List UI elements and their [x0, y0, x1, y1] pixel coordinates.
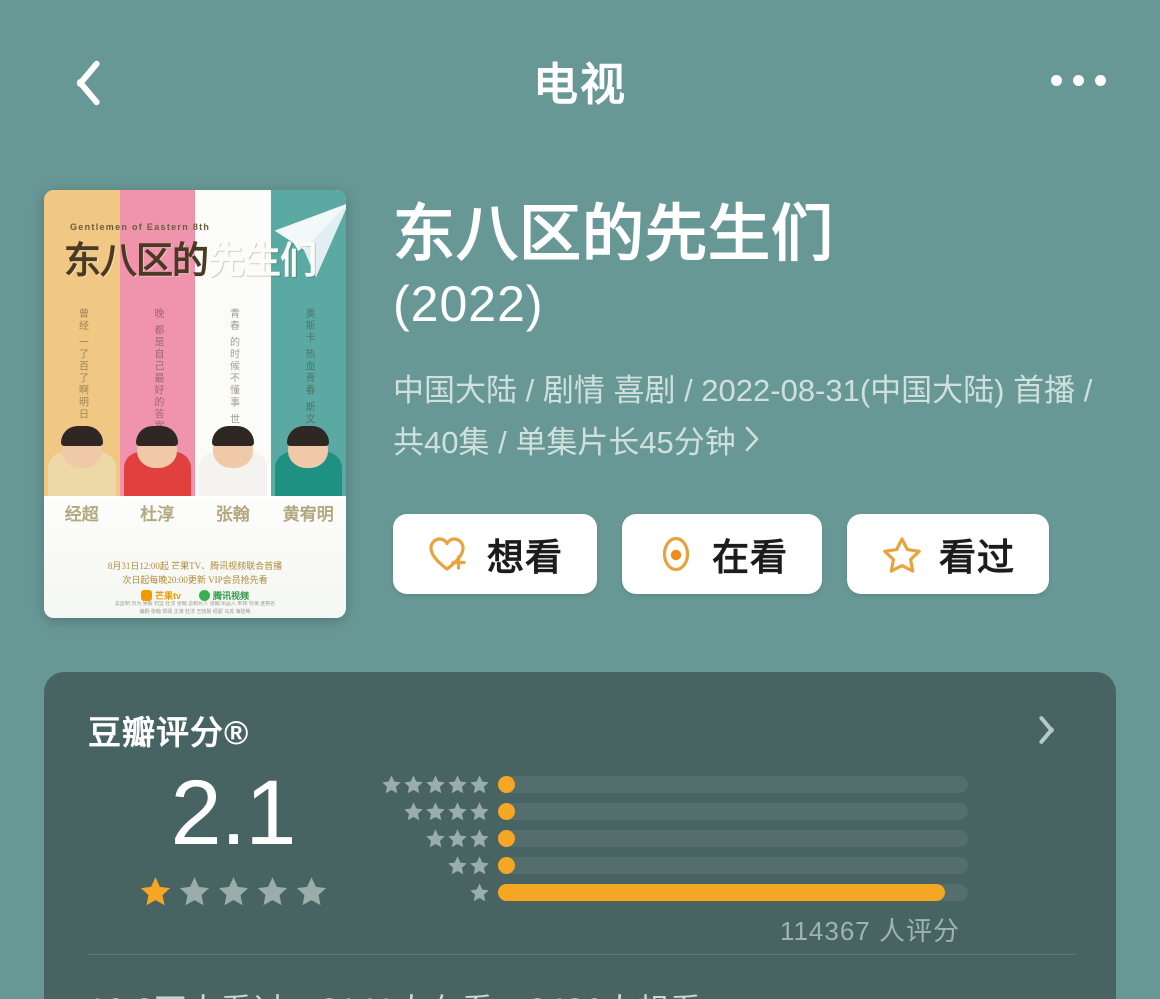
score-star-2: [179, 877, 209, 906]
poster-actor-name-3: 张翰: [215, 505, 250, 524]
dist-star: [426, 801, 445, 820]
watched-label: 看过: [939, 536, 1015, 578]
distribution-track-3: [498, 829, 968, 847]
watch-stats: 10.8万人看过 8141人在看 2436人想看: [88, 985, 1076, 999]
heart-plus-icon: [429, 537, 466, 571]
target-eye-icon: [662, 536, 690, 571]
stat-watching[interactable]: 8141人在看: [320, 985, 494, 999]
tencent-video-icon: [199, 590, 210, 601]
card-divider: [88, 954, 1076, 955]
distribution-track-2: [498, 856, 968, 874]
movie-title: 东八区的先生们: [393, 200, 835, 269]
chevron-left-icon: [62, 54, 92, 106]
more-horizontal-icon-dot-3: [1094, 74, 1106, 86]
distribution-stars-1: [378, 882, 498, 903]
dist-star: [382, 774, 401, 793]
watching-button[interactable]: 在看: [622, 513, 822, 594]
app-header: 电视: [0, 0, 1160, 160]
action-buttons: 想看 在看 看过: [393, 513, 1116, 594]
poster-actor-name-1: 经超: [64, 505, 99, 524]
dist-star: [448, 774, 467, 793]
poster-actor-name-4: 黄宥明: [282, 505, 334, 524]
distribution-row[interactable]: [378, 853, 1076, 877]
star-outline-icon: [883, 537, 921, 573]
poster-actor-3: [195, 414, 271, 496]
score-star-3: [218, 877, 248, 906]
poster-credits-line-2: 编剧 张翰 郭靖 主演 杜淳 王晓晨 经超 马苏 海陆等: [139, 608, 251, 615]
rating-card-title: 豆瓣评分®: [88, 714, 250, 751]
poster-actor-name-2: 杜淳: [140, 505, 175, 524]
distribution-row[interactable]: [378, 826, 1076, 850]
rating-vote-count: 114367 人评分: [779, 916, 960, 946]
chevron-right-icon[interactable]: [1042, 712, 1064, 748]
movie-year: (2022): [393, 275, 544, 332]
rating-score-block: 2.1: [88, 766, 378, 908]
score-star-1: [140, 877, 170, 906]
watched-button[interactable]: 看过: [847, 513, 1049, 594]
score-star-5: [296, 877, 326, 906]
more-horizontal-icon-dot-2: [1072, 74, 1084, 86]
dist-star: [470, 855, 489, 874]
rating-distribution: 114367 人评分: [378, 766, 1076, 948]
distribution-track-4: [498, 802, 968, 820]
distribution-stars-2: [378, 855, 498, 876]
distribution-fill-2: [498, 856, 515, 874]
rating-score: 2.1: [170, 762, 297, 864]
distribution-fill-3: [498, 829, 515, 847]
poster-cast-row: [44, 414, 346, 496]
dist-star: [404, 774, 423, 793]
back-button[interactable]: [42, 45, 112, 115]
rating-card-header[interactable]: 豆瓣评分®: [88, 706, 1076, 754]
dist-star: [448, 828, 467, 847]
rating-score-stars: [88, 875, 378, 908]
dist-star: [470, 882, 489, 901]
watching-label: 在看: [712, 536, 788, 578]
distribution-track-5: [498, 775, 968, 793]
page-title: 电视: [532, 58, 627, 110]
distribution-row[interactable]: [378, 880, 1076, 904]
poster-actor-2: [120, 414, 196, 496]
movie-metadata[interactable]: 中国大陆 / 剧情 喜剧 / 2022-08-31(中国大陆) 首播 / 共40…: [393, 365, 1113, 467]
more-options-button[interactable]: [1038, 50, 1118, 110]
poster-credits: 总监制 刘为 吴毅 石坚 杜淳 张翰 总制片人 张翰 出品人 朱玮 导演 连奕名…: [52, 601, 338, 616]
poster-broadcast-line-1: 8月31日12:00起 芒果TV、腾讯视频联合首播: [107, 561, 283, 572]
dist-star: [426, 828, 445, 847]
poster-broadcast-info: 8月31日12:00起 芒果TV、腾讯视频联合首播 次日起每晚20:00更新 V…: [44, 560, 346, 588]
mango-tv-icon: [140, 590, 152, 601]
distribution-stars-5: [378, 774, 498, 795]
distribution-fill-1: [498, 883, 945, 901]
rating-card: 豆瓣评分® 2.1 114367 人评分 10.8万人看过 8141人在看 24…: [44, 672, 1116, 999]
poster-actor-4: [271, 414, 347, 496]
distribution-track-1: [498, 883, 968, 901]
distribution-fill-4: [498, 802, 515, 820]
poster-actor-1: [44, 414, 120, 496]
dist-star: [448, 855, 467, 874]
distribution-row[interactable]: [378, 772, 1076, 796]
dist-star: [470, 828, 489, 847]
distribution-row[interactable]: [378, 799, 1076, 823]
stat-want[interactable]: 2436人想看: [529, 985, 703, 999]
dist-star: [404, 801, 423, 820]
rating-card-body: 2.1 114367 人评分: [88, 766, 1076, 948]
poster-credits-line-1: 总监制 刘为 吴毅 石坚 杜淳 张翰 总制片人 张翰 出品人 朱玮 导演 连奕名: [114, 601, 276, 607]
distribution-stars-3: [378, 828, 498, 849]
more-horizontal-icon-dot-1: [1050, 74, 1062, 86]
dist-star: [470, 774, 489, 793]
want-to-watch-button[interactable]: 想看: [393, 513, 597, 594]
dist-star: [426, 774, 445, 793]
poster-actor-names: 经超 杜淳 张翰 黄宥明: [44, 500, 346, 540]
poster-title-chinese: 东八区的先生们: [64, 240, 317, 281]
hero-section: 曾经 一了百了啊明日 无能为力 晚 都是自己最好的答案 青春 的时候不懂事 世道…: [0, 190, 1160, 618]
dist-star: [470, 801, 489, 820]
stat-watched[interactable]: 10.8万人看过: [88, 985, 286, 999]
score-star-4: [257, 877, 287, 906]
dist-star: [448, 801, 467, 820]
movie-poster[interactable]: 曾经 一了百了啊明日 无能为力 晚 都是自己最好的答案 青春 的时候不懂事 世道…: [44, 190, 346, 618]
movie-info: 东八区的先生们 (2022) 中国大陆 / 剧情 喜剧 / 2022-08-31…: [346, 190, 1116, 618]
poster-broadcast-line-2: 次日起每晚20:00更新 VIP会员抢先看: [122, 575, 268, 586]
distribution-stars-4: [378, 801, 498, 822]
want-to-watch-label: 想看: [487, 536, 563, 578]
chevron-right-icon: [745, 426, 759, 451]
distribution-fill-5: [498, 775, 515, 793]
